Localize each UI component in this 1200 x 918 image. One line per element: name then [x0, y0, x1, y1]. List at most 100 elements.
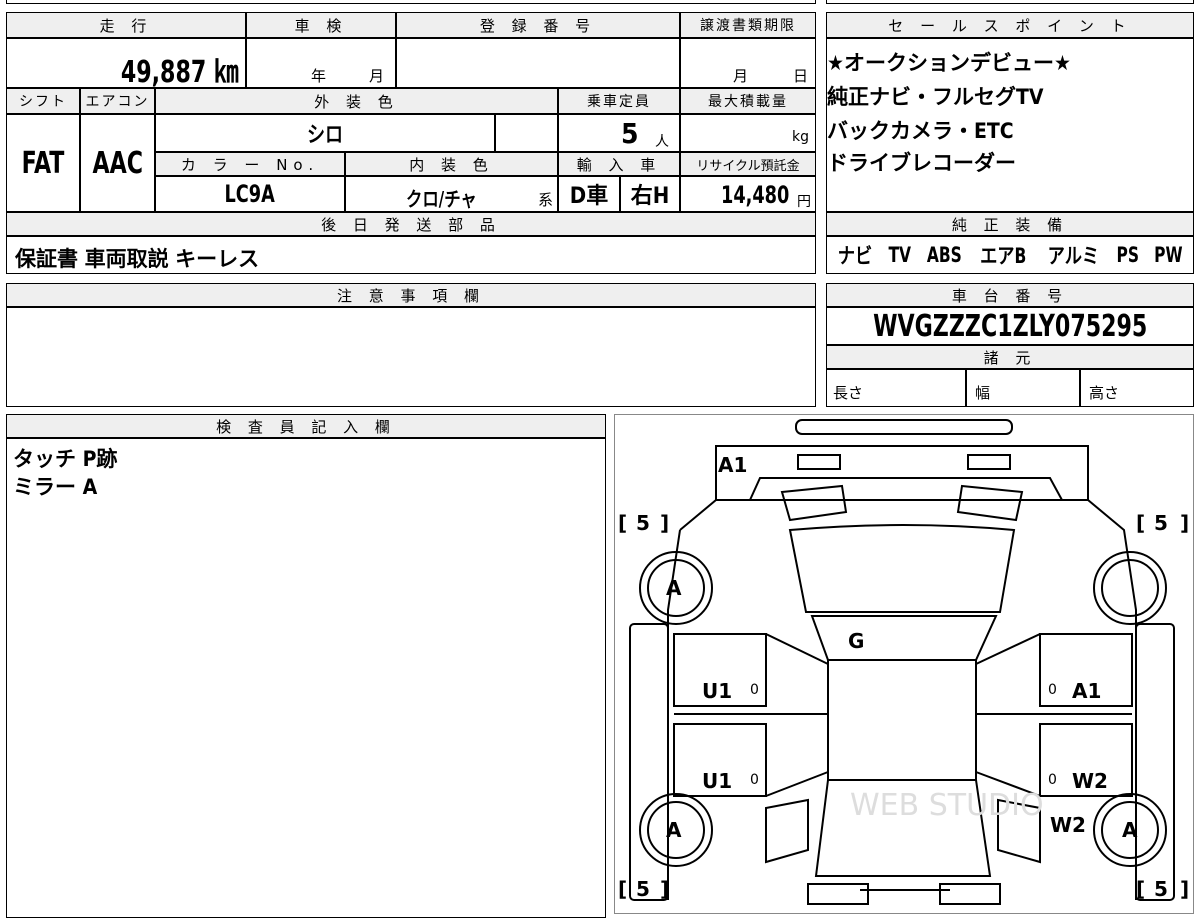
- person-unit: 人: [655, 134, 669, 150]
- aircon-value: AAC: [80, 114, 155, 212]
- kg-unit: kg: [792, 129, 809, 145]
- mileage-value: 49,887 ㎞: [6, 38, 246, 88]
- inspector-box: タッチ P跡 ミラー A: [6, 438, 606, 918]
- equipment-ps: PS: [1116, 243, 1140, 267]
- exterior-color-value: シロ: [155, 114, 495, 152]
- interior-color-value: クロ/チャ 系: [345, 176, 558, 212]
- interior-color-text: クロ/チャ: [406, 187, 477, 211]
- import-type-value: D車: [558, 176, 620, 212]
- exterior-color-text: シロ: [306, 123, 344, 148]
- label-max-load: 最大積載量: [680, 88, 816, 114]
- later-parts-text: 保証書 車両取説 キーレス: [15, 247, 260, 271]
- length-label: 長さ: [833, 384, 864, 402]
- exterior-color-extra: [495, 114, 558, 152]
- tire-rr-bracket-close: ]: [1180, 877, 1189, 901]
- top-cut-row-right: [826, 0, 1194, 4]
- label-chassis-no: 車 台 番 号: [826, 283, 1194, 307]
- transfer-deadline-value: 月 日: [680, 38, 816, 88]
- notes-box: [6, 307, 816, 407]
- tire-fl: 5: [636, 511, 650, 535]
- tire-fl-bracket-close: ]: [660, 511, 669, 535]
- color-no-value: LC9A: [155, 176, 345, 212]
- sales-point-line-2: 純正ナビ・フルセグTV: [827, 85, 1044, 109]
- deadline-day-label: 日: [793, 67, 809, 85]
- capacity-value: 5 人: [558, 114, 680, 152]
- equipment-pw: PW: [1154, 243, 1183, 267]
- equipment-abs: ABS: [926, 243, 962, 267]
- damage-rear-right-fender: W2: [1050, 813, 1086, 837]
- max-load-value: kg: [680, 114, 816, 152]
- chassis-no-value: WVGZZZC1ZLY075295: [826, 307, 1194, 345]
- steering-value: 右H: [620, 176, 680, 212]
- label-mileage: 走 行: [6, 12, 246, 38]
- inspection-value: 年 月: [246, 38, 396, 88]
- damage-rear-right-wheel: A: [1122, 818, 1138, 842]
- top-cut-row: [6, 0, 816, 4]
- inspector-note-2: ミラー A: [13, 475, 98, 499]
- label-capacity: 乗車定員: [558, 88, 680, 114]
- aircon-text: AAC: [92, 145, 143, 181]
- label-later-parts: 後 日 発 送 部 品: [6, 212, 816, 236]
- label-color-no: カ ラ ー No.: [155, 152, 345, 176]
- genuine-equipment-list: ナビ TV ABS エアB アルミ PS PW: [826, 236, 1194, 274]
- door-mark-2: 0: [750, 772, 759, 788]
- registration-value: [396, 38, 680, 88]
- label-recycle: リサイクル預託金: [680, 152, 816, 176]
- damage-windshield: G: [848, 629, 864, 653]
- inspector-note-1: タッチ P跡: [13, 447, 118, 471]
- equipment-alloy: アルミ: [1047, 244, 1099, 268]
- label-genuine-equipment: 純 正 装 備: [826, 212, 1194, 236]
- damage-rear-right-door: W2: [1072, 769, 1108, 793]
- height-label: 高さ: [1089, 384, 1120, 402]
- tire-fr: 5: [1154, 511, 1168, 535]
- label-specs: 諸 元: [826, 345, 1194, 369]
- label-shift: シフト: [6, 88, 80, 114]
- damage-front-left-door: U1: [702, 679, 732, 703]
- label-inspector: 検 査 員 記 入 欄: [6, 414, 606, 438]
- width-cell: 幅: [966, 369, 1080, 407]
- month-label: 月: [369, 67, 385, 85]
- recycle-value: 14,480 円: [680, 176, 816, 212]
- kei-suffix: 系: [537, 191, 553, 209]
- equipment-tv: TV: [888, 243, 911, 267]
- label-import: 輸 入 車: [558, 152, 680, 176]
- sales-point-box: ★オークションデビュー★ 純正ナビ・フルセグTV バックカメラ・ETC ドライブ…: [826, 38, 1194, 212]
- width-label: 幅: [975, 384, 991, 402]
- later-parts-value: 保証書 車両取説 キーレス: [6, 236, 816, 274]
- mileage-text: 49,887 ㎞: [121, 55, 239, 88]
- label-sales-point: セ ー ル ス ポ イ ン ト: [826, 12, 1194, 38]
- car-diagram: [ 5 ] [ 5 ] [ 5 ] [ 5 ] A1 G U1 U1 A1 W2…: [618, 419, 1189, 905]
- tire-rr: 5: [1154, 877, 1168, 901]
- deadline-month-label: 月: [733, 67, 749, 85]
- tire-rr-bracket: [: [1136, 877, 1145, 901]
- label-transfer-deadline: 譲渡書類期限: [680, 12, 816, 38]
- yen-unit: 円: [797, 194, 811, 210]
- damage-front-left-wheel: A: [666, 576, 682, 600]
- shift-value: FAT: [6, 114, 80, 212]
- tire-rl-bracket-close: ]: [660, 877, 669, 901]
- damage-front-bumper: A1: [718, 453, 747, 477]
- watermark: WEB STUDIO: [850, 788, 1044, 823]
- height-cell: 高さ: [1080, 369, 1194, 407]
- length-cell: 長さ: [826, 369, 966, 407]
- sales-point-line-3: バックカメラ・ETC: [827, 119, 1014, 143]
- equipment-airbag: エアB: [980, 244, 1027, 268]
- color-no-text: LC9A: [224, 180, 276, 208]
- damage-front-right-door: A1: [1072, 679, 1101, 703]
- shift-text: FAT: [21, 145, 65, 181]
- sales-point-line-1: ★オークションデビュー★: [827, 51, 1071, 75]
- tire-fr-bracket-close: ]: [1180, 511, 1189, 535]
- car-diagram-box: [ 5 ] [ 5 ] [ 5 ] [ 5 ] A1 G U1 U1 A1 W2…: [614, 414, 1194, 914]
- label-inspection: 車 検: [246, 12, 396, 38]
- tire-rl-bracket: [: [618, 877, 627, 901]
- label-interior-color: 内 装 色: [345, 152, 558, 176]
- tire-fr-bracket: [: [1136, 511, 1145, 535]
- import-type-text: D車: [569, 184, 609, 209]
- tire-rl: 5: [636, 877, 650, 901]
- sales-point-line-4: ドライブレコーダー: [827, 151, 1016, 175]
- label-exterior-color: 外 装 色: [155, 88, 558, 114]
- label-registration: 登 録 番 号: [396, 12, 680, 38]
- steering-text: 右H: [630, 184, 670, 209]
- damage-rear-left-wheel: A: [666, 818, 682, 842]
- year-label: 年: [311, 67, 327, 85]
